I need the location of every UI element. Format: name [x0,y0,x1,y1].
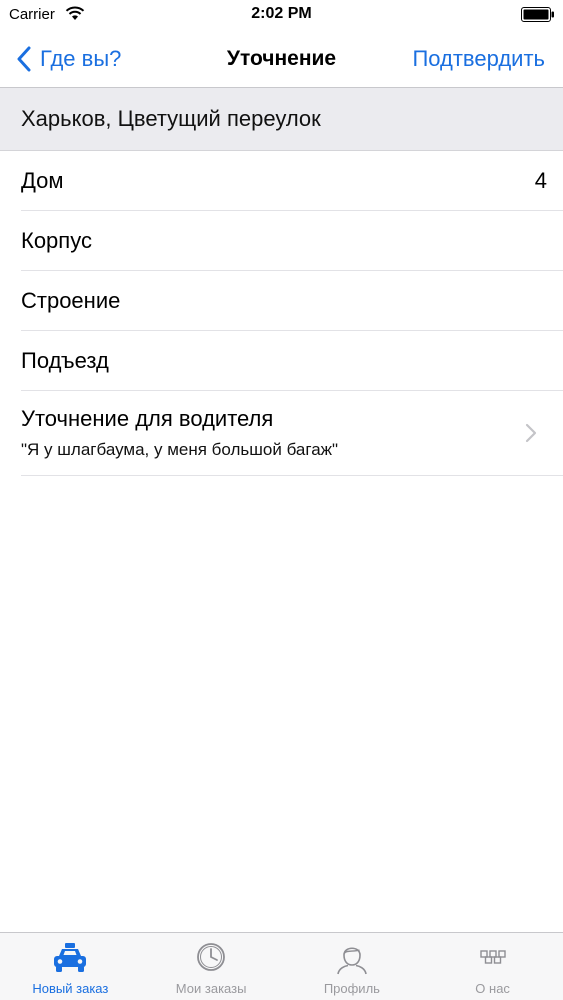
row-driver-note[interactable]: Уточнение для водителя "Я у шлагбаума, у… [0,391,563,476]
tab-label: Мои заказы [175,981,247,996]
details-list: Дом 4 Корпус Строение Подъезд Уточнение … [0,151,563,476]
back-label: Где вы? [40,45,122,71]
row-house[interactable]: Дом 4 [0,151,563,211]
row-value: 4 [534,168,547,193]
tab-label: Профиль [323,981,380,996]
driver-note-label: Уточнение для водителя [21,405,274,431]
row-label: Корпус [21,228,92,253]
checker-icon [479,950,506,964]
driver-note-value: "Я у шлагбаума, у меня большой багаж" [21,439,339,459]
screen: Carrier 2:02 PM Где вы? Уточнение Подтве… [0,0,563,1000]
row-building[interactable]: Корпус [0,211,563,271]
chevron-right-icon [525,423,537,443]
status-time: 2:02 PM [251,5,312,22]
tab-label: О нас [475,981,510,996]
tab-new-order[interactable]: Новый заказ [0,933,141,1000]
status-bar: Carrier 2:02 PM [0,0,563,30]
user-icon [337,947,367,975]
back-button[interactable]: Где вы? [16,30,121,87]
tab-profile[interactable]: Профиль [282,933,423,1000]
address-header: Харьков, Цветущий переулок [0,87,563,151]
row-structure[interactable]: Строение [0,271,563,331]
row-entrance[interactable]: Подъезд [0,331,563,391]
chevron-left-icon [17,46,31,71]
clock-icon [197,943,226,971]
tab-bar: Новый заказ Мои заказы Профиль О нас [0,932,563,1000]
tab-about[interactable]: О нас [422,933,563,1000]
nav-bar: Где вы? Уточнение Подтвердить [0,30,563,87]
row-label: Подъезд [21,348,109,373]
row-label: Дом [21,168,64,193]
confirm-button[interactable]: Подтвердить [412,30,545,87]
battery-icon [521,7,554,22]
tab-my-orders[interactable]: Мои заказы [141,933,282,1000]
taxi-icon [54,943,87,972]
tab-label: Новый заказ [32,981,109,996]
row-label: Строение [21,288,121,313]
